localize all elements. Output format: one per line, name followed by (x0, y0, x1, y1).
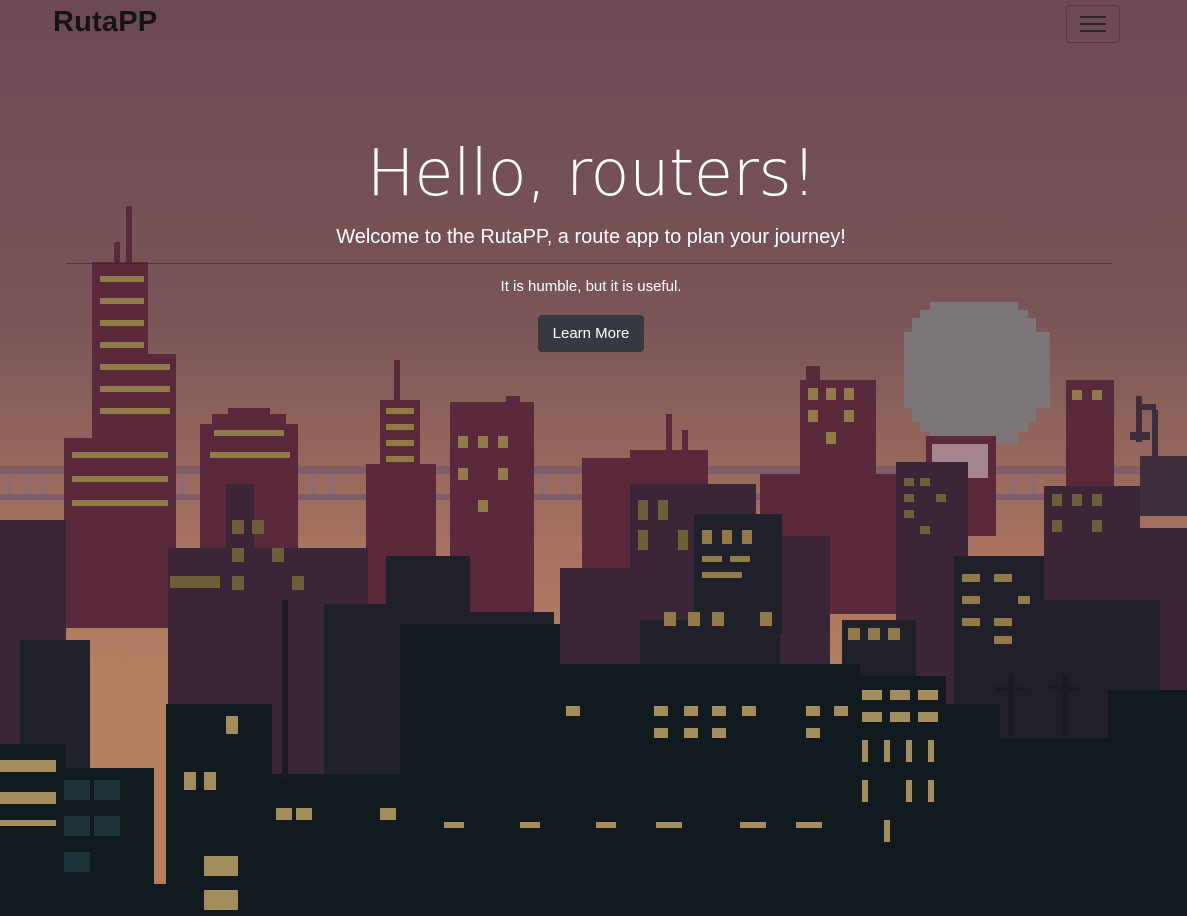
hero-subtext: It is humble, but it is useful. (500, 278, 682, 295)
navbar-toggle-button[interactable] (1066, 5, 1120, 43)
hero-lead-text: Welcome to the RutaPP, a route app to pl… (336, 226, 846, 248)
hamburger-menu-icon (1080, 16, 1106, 32)
brand-logo-link[interactable]: RutaPP (53, 4, 157, 40)
learn-more-button[interactable]: Learn More (538, 315, 644, 352)
hero-heading: Hello, routers! (366, 137, 817, 211)
navbar: RutaPP (0, 0, 1187, 48)
hero-divider (66, 263, 1112, 264)
